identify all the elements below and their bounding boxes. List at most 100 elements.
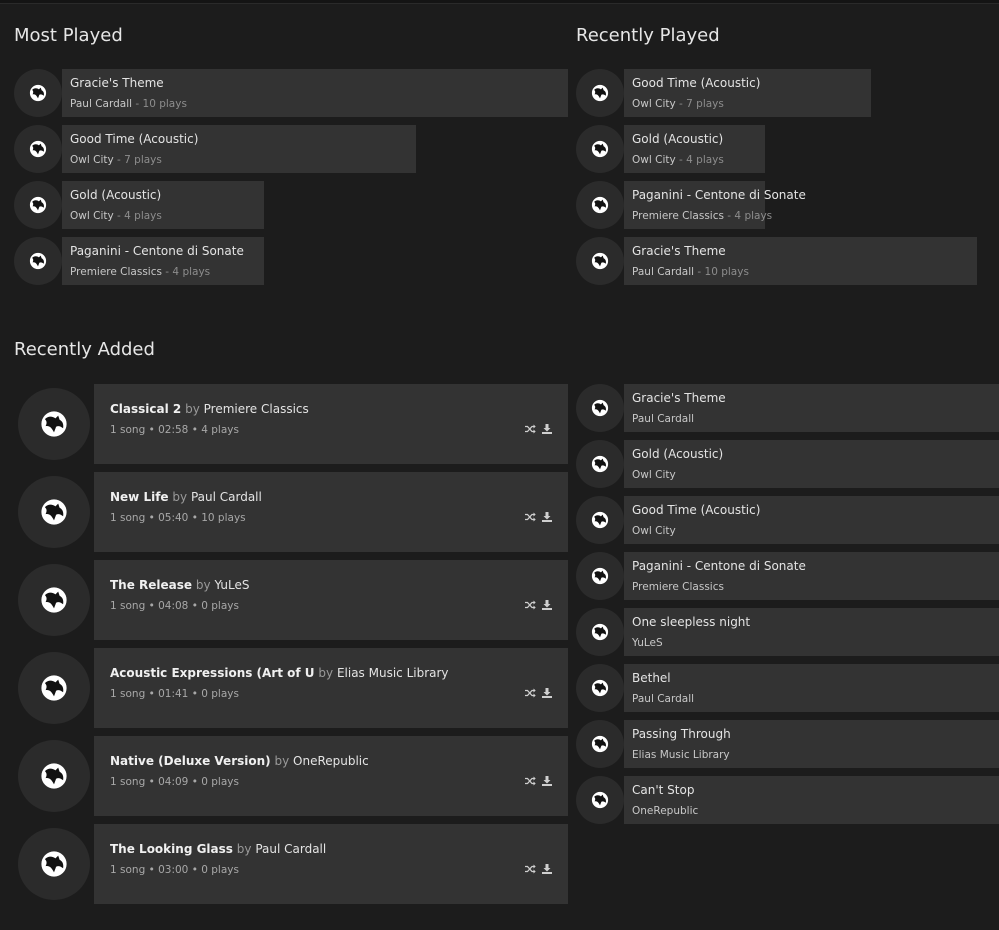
song-bar[interactable]: Bethel Paul Cardall	[624, 664, 999, 712]
album-art-icon[interactable]	[576, 125, 624, 173]
shuffle-icon[interactable]	[525, 776, 536, 786]
artist-name[interactable]: Owl City	[632, 525, 676, 537]
artist-name[interactable]: Paul Cardall	[70, 98, 132, 110]
song-row[interactable]: Bethel Paul Cardall	[576, 664, 999, 712]
artist-name[interactable]: Premiere Classics	[632, 581, 724, 593]
download-icon[interactable]	[542, 600, 552, 610]
album-art-icon[interactable]	[576, 384, 624, 432]
artist-name[interactable]: Paul Cardall	[632, 693, 694, 705]
album-art-icon[interactable]	[576, 776, 624, 824]
song-row[interactable]: Gold (Acoustic) Owl City	[576, 440, 999, 488]
song-row[interactable]: Good Time (Acoustic) Owl City - 7 plays	[576, 69, 999, 117]
artist-name[interactable]: Owl City	[632, 154, 676, 166]
album-panel[interactable]: The Looking Glass by Paul Cardall 1 song …	[94, 824, 568, 904]
album-row[interactable]: New Life by Paul Cardall 1 song • 05:40 •…	[14, 472, 568, 552]
album-panel[interactable]: Classical 2 by Premiere Classics 1 song •…	[94, 384, 568, 464]
artist-name[interactable]: Paul Cardall	[632, 266, 694, 278]
album-art-icon[interactable]	[14, 181, 62, 229]
album-artist[interactable]: Paul Cardall	[255, 842, 326, 856]
play-count-bar[interactable]: Paganini - Centone di Sonate Premiere Cla…	[624, 181, 806, 229]
play-count-bar[interactable]: Gold (Acoustic) Owl City - 4 plays	[624, 125, 765, 173]
song-row[interactable]: Good Time (Acoustic) Owl City - 7 plays	[14, 125, 568, 173]
song-row[interactable]: Gracie's Theme Paul Cardall - 10 plays	[576, 237, 999, 285]
album-art-icon[interactable]	[18, 476, 90, 548]
album-panel[interactable]: Native (Deluxe Version) by OneRepublic 1 …	[94, 736, 568, 816]
album-name[interactable]: Classical 2	[110, 402, 181, 416]
shuffle-icon[interactable]	[525, 864, 536, 874]
shuffle-icon[interactable]	[525, 512, 536, 522]
album-art-icon[interactable]	[576, 496, 624, 544]
play-count-bar[interactable]: Gracie's Theme Paul Cardall - 10 plays	[62, 69, 568, 117]
album-art-icon[interactable]	[576, 608, 624, 656]
album-art-icon[interactable]	[576, 181, 624, 229]
album-name[interactable]: The Looking Glass	[110, 842, 233, 856]
play-count-bar[interactable]: Gold (Acoustic) Owl City - 4 plays	[62, 181, 264, 229]
artist-name[interactable]: Elias Music Library	[632, 749, 730, 761]
album-row[interactable]: The Looking Glass by Paul Cardall 1 song …	[14, 824, 568, 904]
album-artist[interactable]: Elias Music Library	[337, 666, 449, 680]
album-name[interactable]: Acoustic Expressions (Art of U	[110, 666, 315, 680]
song-row[interactable]: Paganini - Centone di Sonate Premiere Cla…	[576, 181, 999, 229]
artist-name[interactable]: Paul Cardall	[632, 413, 694, 425]
album-art-icon[interactable]	[576, 720, 624, 768]
song-row[interactable]: One sleepless night YuLeS	[576, 608, 999, 656]
song-row[interactable]: Good Time (Acoustic) Owl City	[576, 496, 999, 544]
album-art-icon[interactable]	[18, 740, 90, 812]
download-icon[interactable]	[542, 688, 552, 698]
song-bar[interactable]: Passing Through Elias Music Library	[624, 720, 999, 768]
play-count-bar[interactable]: Paganini - Centone di Sonate Premiere Cla…	[62, 237, 264, 285]
album-artist[interactable]: Paul Cardall	[191, 490, 262, 504]
song-bar[interactable]: Paganini - Centone di Sonate Premiere Cla…	[624, 552, 999, 600]
album-artist[interactable]: Premiere Classics	[204, 402, 309, 416]
song-row[interactable]: Paganini - Centone di Sonate Premiere Cla…	[576, 552, 999, 600]
album-name[interactable]: New Life	[110, 490, 169, 504]
play-count-bar[interactable]: Good Time (Acoustic) Owl City - 7 plays	[62, 125, 416, 173]
song-bar[interactable]: Gracie's Theme Paul Cardall	[624, 384, 999, 432]
album-art-icon[interactable]	[14, 237, 62, 285]
artist-name[interactable]: OneRepublic	[632, 805, 698, 817]
song-bar[interactable]: One sleepless night YuLeS	[624, 608, 999, 656]
artist-name[interactable]: YuLeS	[632, 637, 663, 649]
song-row[interactable]: Passing Through Elias Music Library	[576, 720, 999, 768]
album-row[interactable]: Acoustic Expressions (Art of U by Elias …	[14, 648, 568, 728]
album-name[interactable]: Native (Deluxe Version)	[110, 754, 271, 768]
artist-name[interactable]: Owl City	[70, 210, 114, 222]
artist-name[interactable]: Owl City	[632, 98, 676, 110]
song-row[interactable]: Can't Stop OneRepublic	[576, 776, 999, 824]
song-row[interactable]: Gracie's Theme Paul Cardall	[576, 384, 999, 432]
play-count-bar[interactable]: Gracie's Theme Paul Cardall - 10 plays	[624, 237, 977, 285]
album-art-icon[interactable]	[576, 440, 624, 488]
album-art-icon[interactable]	[18, 564, 90, 636]
album-panel[interactable]: The Release by YuLeS 1 song • 04:08 • 0 p…	[94, 560, 568, 640]
album-art-icon[interactable]	[14, 125, 62, 173]
album-artist[interactable]: OneRepublic	[293, 754, 369, 768]
shuffle-icon[interactable]	[525, 424, 536, 434]
song-row[interactable]: Gold (Acoustic) Owl City - 4 plays	[576, 125, 999, 173]
album-art-icon[interactable]	[576, 552, 624, 600]
artist-name[interactable]: Premiere Classics	[70, 266, 162, 278]
album-art-icon[interactable]	[14, 69, 62, 117]
song-row[interactable]: Gold (Acoustic) Owl City - 4 plays	[14, 181, 568, 229]
song-bar[interactable]: Can't Stop OneRepublic	[624, 776, 999, 824]
album-row[interactable]: The Release by YuLeS 1 song • 04:08 • 0 p…	[14, 560, 568, 640]
artist-name[interactable]: Owl City	[632, 469, 676, 481]
download-icon[interactable]	[542, 864, 552, 874]
album-row[interactable]: Classical 2 by Premiere Classics 1 song •…	[14, 384, 568, 464]
download-icon[interactable]	[542, 776, 552, 786]
song-bar[interactable]: Good Time (Acoustic) Owl City	[624, 496, 999, 544]
song-row[interactable]: Paganini - Centone di Sonate Premiere Cla…	[14, 237, 568, 285]
song-bar[interactable]: Gold (Acoustic) Owl City	[624, 440, 999, 488]
album-art-icon[interactable]	[576, 69, 624, 117]
album-artist[interactable]: YuLeS	[214, 578, 249, 592]
album-panel[interactable]: Acoustic Expressions (Art of U by Elias …	[94, 648, 568, 728]
album-art-icon[interactable]	[576, 237, 624, 285]
play-count-bar[interactable]: Good Time (Acoustic) Owl City - 7 plays	[624, 69, 871, 117]
song-row[interactable]: Gracie's Theme Paul Cardall - 10 plays	[14, 69, 568, 117]
download-icon[interactable]	[542, 424, 552, 434]
album-art-icon[interactable]	[18, 388, 90, 460]
artist-name[interactable]: Owl City	[70, 154, 114, 166]
album-art-icon[interactable]	[18, 652, 90, 724]
album-art-icon[interactable]	[18, 828, 90, 900]
download-icon[interactable]	[542, 512, 552, 522]
artist-name[interactable]: Premiere Classics	[632, 210, 724, 222]
